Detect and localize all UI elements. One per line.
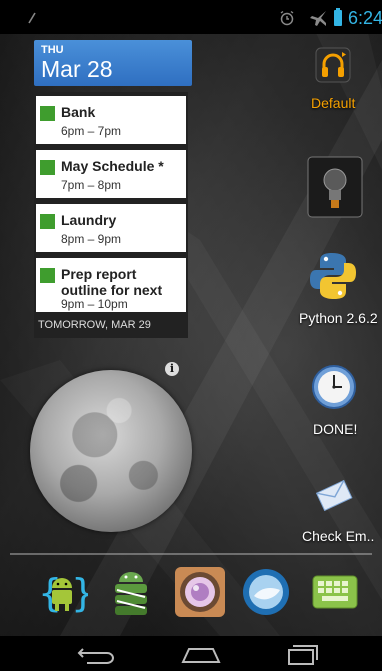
calendar-date: Mar 28 [41,56,113,82]
app-label: DONE! [313,421,358,437]
event-title: Bank [61,104,96,120]
app-label: Python 2.6.2 [299,310,378,326]
python-icon [310,253,356,299]
calendar-event-list[interactable]: Bank 6pm – 7pm May Schedule * 7pm – 8pm … [34,92,188,338]
app-default[interactable] [315,47,351,83]
headphones-icon [315,47,351,83]
lightbulb-icon [307,156,363,218]
home-icon[interactable] [171,636,231,671]
airplane-icon [310,11,326,26]
event-color-swatch [40,214,55,229]
recent-apps-icon[interactable] [272,636,332,671]
calendar-event[interactable]: Prep report outline for next 9pm – 10pm [36,258,186,312]
event-title: May Schedule * [61,158,164,174]
event-time: 7pm – 8pm [61,178,122,192]
calendar-header[interactable]: THU Mar 28 [34,40,192,86]
event-time: 9pm – 10pm [61,297,128,311]
navigation-bar [0,636,382,671]
event-time: 6pm – 7pm [61,124,122,138]
keyboard-icon[interactable] [309,566,361,618]
camera-lens-icon[interactable] [174,566,226,618]
status-bar: 6:24 [0,0,382,34]
event-title: Prep report outline for next [61,266,163,298]
calendar-tomorrow-header: TOMORROW, MAR 29 [34,315,188,335]
back-icon[interactable] [67,636,127,671]
calendar-weekday: THU [41,44,64,56]
event-title: Laundry [61,212,117,228]
android-stack-icon[interactable] [105,566,157,618]
app-label: Default [311,95,356,111]
info-icon[interactable]: i [165,362,179,376]
browser-globe-icon[interactable] [240,566,292,618]
status-time: 6:24 [348,8,382,28]
battery-icon [334,8,342,26]
app-check-email[interactable] [314,478,354,512]
app-label: Check Em.. [302,528,375,544]
usb-icon [28,12,36,24]
moon-phase-widget[interactable] [30,370,192,532]
calendar-event[interactable]: Bank 6pm – 7pm [36,96,186,144]
app-done-clock[interactable] [311,364,357,410]
dock-divider [10,553,372,555]
clock-icon [312,365,356,409]
event-time: 8pm – 9pm [61,232,122,246]
app-lightbulb[interactable] [307,156,363,218]
android-sdk-icon[interactable]: { } [36,566,88,618]
envelope-icon [315,479,353,512]
event-color-swatch [40,106,55,121]
event-color-swatch [40,268,55,283]
svg-text:}: } [71,571,88,615]
event-color-swatch [40,160,55,175]
alarm-icon [280,10,294,26]
app-python[interactable] [306,249,360,303]
calendar-event[interactable]: Laundry 8pm – 9pm [36,204,186,252]
calendar-event[interactable]: May Schedule * 7pm – 8pm [36,150,186,198]
